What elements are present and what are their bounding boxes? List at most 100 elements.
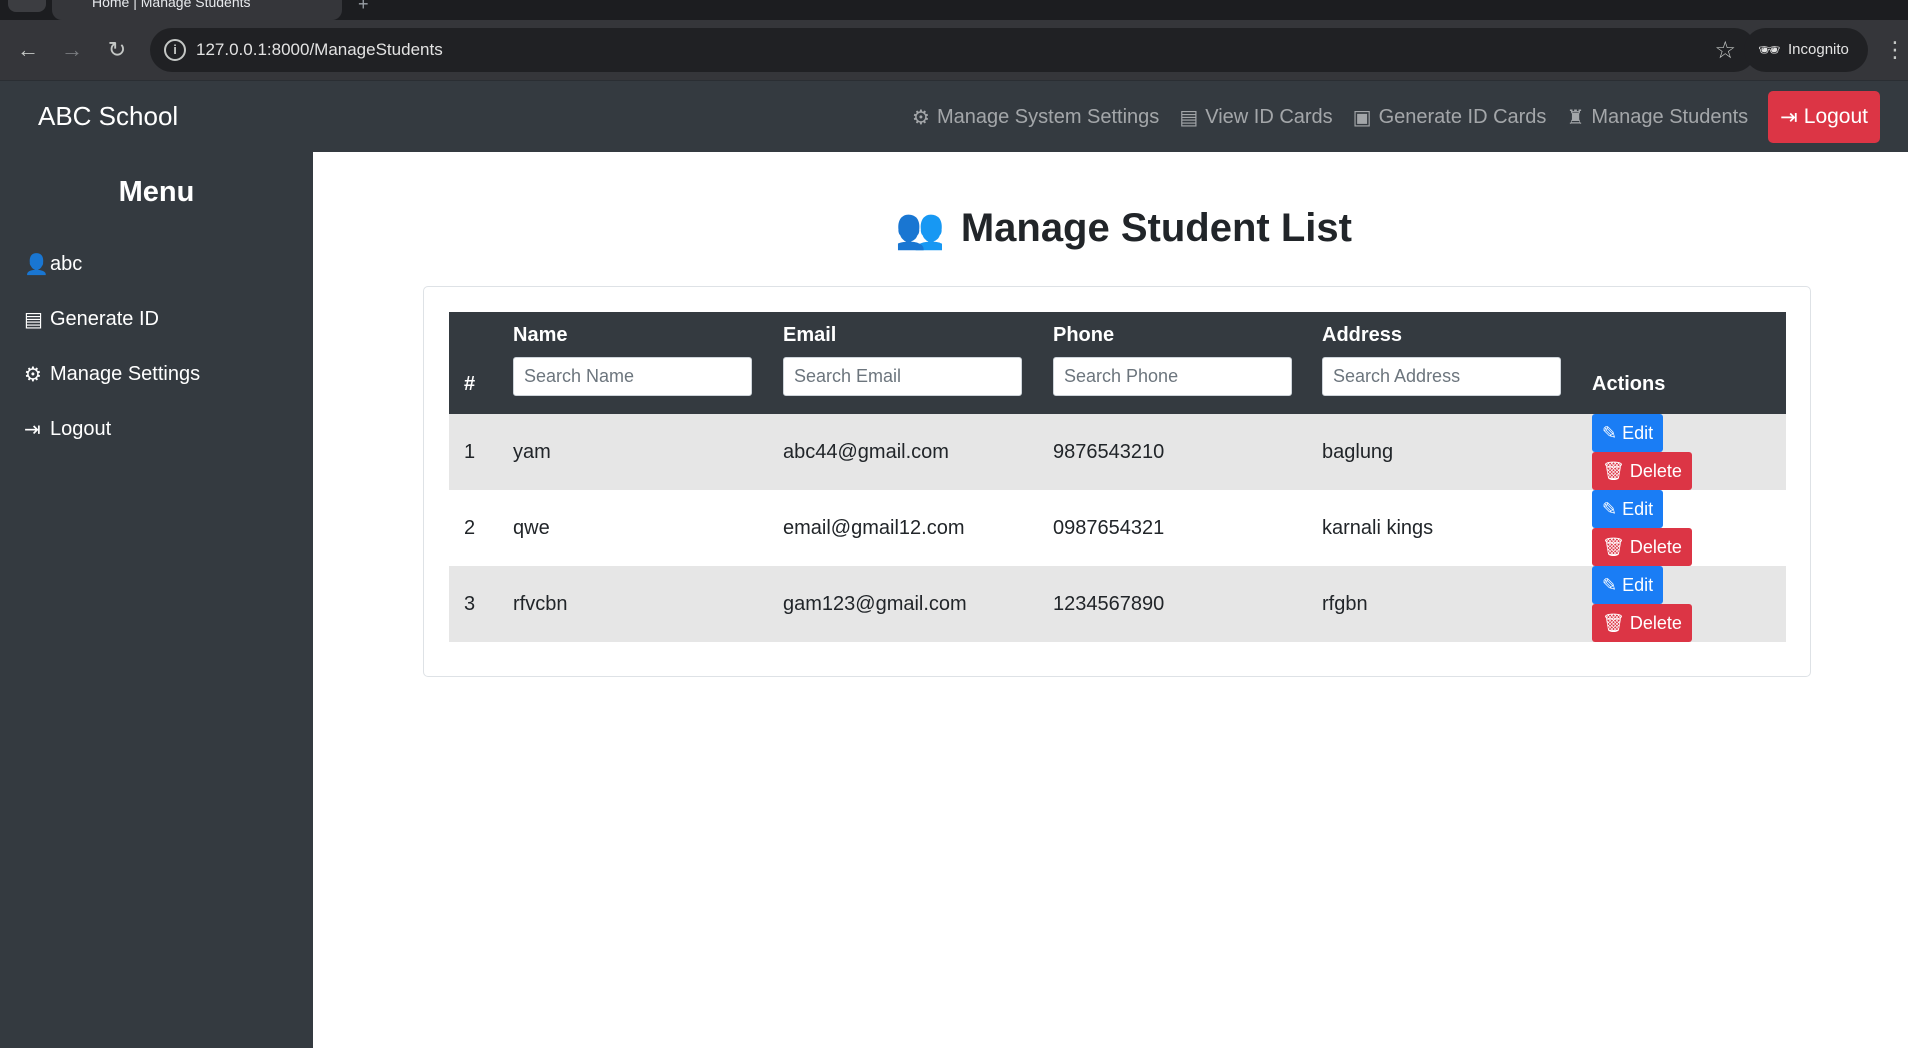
- cell-name: yam: [513, 440, 551, 463]
- header-email: Email: [768, 312, 1038, 414]
- cell-index: 3: [464, 592, 476, 615]
- header-email-label: Email: [783, 324, 837, 346]
- browser-menu-icon[interactable]: ⋮: [1884, 36, 1906, 64]
- delete-button[interactable]: 🗑 Delete: [1592, 604, 1692, 642]
- delete-button[interactable]: 🗑 Delete: [1592, 528, 1692, 566]
- bookmark-star-icon[interactable]: ☆: [1714, 36, 1736, 65]
- cell-address: karnali kings: [1322, 516, 1434, 539]
- reload-icon[interactable]: ↻: [103, 36, 131, 64]
- table-row: 2 qwe email@gmail12.com 0987654321 karna…: [449, 490, 1786, 566]
- trash-icon: 🗑: [1602, 612, 1625, 633]
- id-card-icon: ▤: [1179, 106, 1199, 129]
- user-icon: 👤: [24, 254, 49, 276]
- cell-phone: 0987654321: [1053, 516, 1165, 539]
- table-row: 1 yam abc44@gmail.com 9876543210 baglung…: [449, 414, 1786, 490]
- header-name-label: Name: [513, 324, 568, 346]
- edit-button[interactable]: ✎ Edit: [1592, 490, 1664, 528]
- new-tab-icon[interactable]: +: [358, 0, 369, 15]
- sidebar-item-label: Manage Settings: [50, 363, 201, 385]
- browser-tab[interactable]: Home | Manage Students ✕: [52, 0, 342, 20]
- brand-logo-text[interactable]: ABC School: [38, 101, 178, 132]
- sidebar-title: Menu: [118, 176, 195, 208]
- search-email-input[interactable]: [783, 357, 1022, 396]
- sidebar-item-label: abc: [50, 253, 83, 275]
- sign-out-icon: ⇥: [1780, 105, 1798, 129]
- delete-label: Delete: [1629, 536, 1682, 557]
- nav-label: View ID Cards: [1205, 105, 1333, 128]
- student-list-card: # Name Email Phone Address Actions: [423, 286, 1811, 677]
- table-header-row: # Name Email Phone Address Actions: [449, 312, 1786, 414]
- incognito-indicator[interactable]: 🕶 Incognito: [1744, 28, 1868, 72]
- sign-out-icon: ⇥: [24, 419, 41, 441]
- table-row: 3 rfvcbn gam123@gmail.com 1234567890 rfg…: [449, 566, 1786, 642]
- sidebar-item-generate-id[interactable]: ▤ Generate ID: [0, 292, 313, 347]
- header-address: Address: [1307, 312, 1577, 414]
- address-bar[interactable]: i 127.0.0.1:8000/ManageStudents ☆: [150, 28, 1756, 72]
- nav-view-id-cards[interactable]: ▤ View ID Cards: [1179, 105, 1332, 130]
- cell-actions: ✎ Edit 🗑 Delete: [1577, 414, 1786, 490]
- search-phone-input[interactable]: [1053, 357, 1292, 396]
- header-phone-label: Phone: [1053, 324, 1115, 346]
- sidebar-item-manage-settings[interactable]: ⚙ Manage Settings: [0, 347, 313, 402]
- search-address-input[interactable]: [1322, 357, 1561, 396]
- tab-title: Home | Manage Students: [92, 0, 251, 10]
- search-name-input[interactable]: [513, 357, 752, 396]
- cell-name: rfvcbn: [513, 592, 568, 615]
- incognito-label: Incognito: [1788, 41, 1849, 58]
- id-card-icon: ▤: [24, 309, 43, 331]
- browser-tabstrip: Home | Manage Students ✕ +: [0, 0, 1908, 20]
- student-table: # Name Email Phone Address Actions: [449, 312, 1786, 642]
- logout-label: Logout: [1803, 105, 1868, 128]
- cell-address: rfgbn: [1322, 592, 1368, 615]
- incognito-icon: 🕶: [1758, 40, 1781, 60]
- page-title-group: 👥 Manage Student List: [895, 205, 1352, 252]
- header-index: #: [464, 373, 476, 395]
- graduate-icon: ♜: [1566, 106, 1585, 129]
- tab-search-button[interactable]: [8, 0, 46, 12]
- nav-label: Manage Students: [1591, 105, 1749, 128]
- cell-name: qwe: [513, 516, 550, 539]
- cell-phone: 1234567890: [1053, 592, 1165, 615]
- cell-email: gam123@gmail.com: [783, 592, 967, 615]
- delete-button[interactable]: 🗑 Delete: [1592, 452, 1692, 490]
- trash-icon: 🗑: [1602, 536, 1625, 557]
- cell-email: email@gmail12.com: [783, 516, 965, 539]
- cell-index: 1: [464, 440, 476, 463]
- nav-manage-system-settings[interactable]: ⚙ Manage System Settings: [912, 105, 1159, 130]
- id-badge-icon: ▣: [1352, 106, 1372, 129]
- cell-actions: ✎ Edit 🗑 Delete: [1577, 490, 1786, 566]
- cell-actions: ✎ Edit 🗑 Delete: [1577, 566, 1786, 642]
- back-arrow-icon[interactable]: ←: [14, 36, 42, 64]
- top-navbar: ABC School ⚙ Manage System Settings ▤ Vi…: [0, 80, 1908, 152]
- sidebar: Menu 👤 abc ▤ Generate ID ⚙ Manage Settin…: [0, 152, 313, 1048]
- edit-label: Edit: [1622, 498, 1654, 519]
- site-info-icon[interactable]: i: [164, 39, 186, 61]
- delete-label: Delete: [1629, 612, 1682, 633]
- forward-arrow-icon[interactable]: →: [58, 36, 86, 64]
- cell-index: 2: [464, 516, 476, 539]
- edit-button[interactable]: ✎ Edit: [1592, 566, 1664, 604]
- sidebar-item-logout[interactable]: ⇥ Logout: [0, 402, 313, 457]
- url-text[interactable]: 127.0.0.1:8000/ManageStudents: [196, 40, 443, 60]
- edit-icon: ✎: [1602, 498, 1618, 519]
- navbar-links: ⚙ Manage System Settings ▤ View ID Cards…: [892, 91, 1880, 143]
- delete-label: Delete: [1629, 460, 1682, 481]
- edit-icon: ✎: [1602, 422, 1618, 443]
- header-name: Name: [498, 312, 768, 414]
- header-actions: Actions: [1592, 373, 1666, 395]
- sidebar-item-user[interactable]: 👤 abc: [0, 237, 313, 292]
- cell-address: baglung: [1322, 440, 1394, 463]
- gear-icon: ⚙: [24, 364, 42, 386]
- edit-label: Edit: [1622, 574, 1654, 595]
- header-phone: Phone: [1038, 312, 1307, 414]
- nav-label: Manage System Settings: [936, 105, 1160, 128]
- edit-icon: ✎: [1602, 574, 1618, 595]
- logout-button[interactable]: ⇥ Logout: [1768, 91, 1880, 143]
- edit-button[interactable]: ✎ Edit: [1592, 414, 1664, 452]
- sidebar-item-label: Generate ID: [50, 308, 159, 330]
- nav-manage-students[interactable]: ♜ Manage Students: [1566, 105, 1748, 130]
- page-title: Manage Student List: [960, 206, 1352, 250]
- nav-generate-id-cards[interactable]: ▣ Generate ID Cards: [1353, 105, 1547, 130]
- trash-icon: 🗑: [1602, 460, 1625, 481]
- gears-icon: ⚙: [912, 106, 930, 129]
